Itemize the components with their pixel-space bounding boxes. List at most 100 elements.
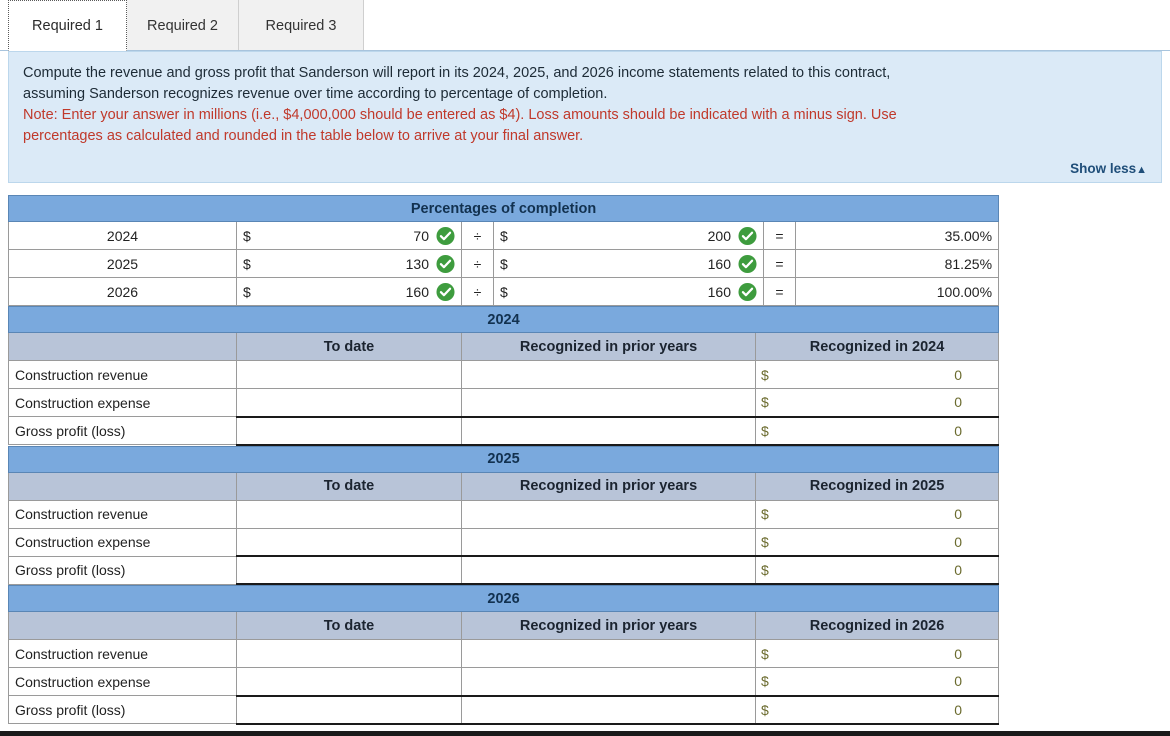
column-header-prior-years: Recognized in prior years (461, 471, 756, 501)
numerator-cell[interactable]: $ 130 (236, 249, 462, 278)
instruction-note-line-1: Note: Enter your answer in millions (i.e… (23, 107, 897, 123)
recognized-input-cell[interactable]: $ 0 (754, 388, 1000, 418)
table-row: Gross profit (loss) $ 0 (8, 695, 1000, 725)
currency-symbol: $ (761, 673, 769, 690)
to-date-cell[interactable] (236, 360, 462, 389)
row-label-construction-revenue: Construction revenue (8, 360, 237, 389)
prior-years-cell[interactable] (461, 667, 756, 697)
to-date-cell[interactable] (236, 499, 462, 529)
row-label-gross-profit: Gross profit (loss) (8, 555, 237, 585)
recognized-input-cell[interactable]: $ 0 (754, 360, 1000, 389)
prior-years-cell[interactable] (461, 360, 756, 389)
year-label: 2026 (8, 277, 237, 306)
to-date-cell[interactable] (236, 695, 462, 725)
prior-years-cell[interactable] (461, 499, 756, 529)
column-header-to-date: To date (236, 611, 462, 640)
recognized-input-cell[interactable]: $ 0 (754, 527, 1000, 557)
to-date-cell[interactable] (236, 527, 462, 557)
column-header-to-date: To date (236, 471, 462, 501)
to-date-cell[interactable] (236, 639, 462, 668)
numerator-value: 130 (405, 255, 429, 272)
show-less-label: Show less (1070, 161, 1137, 176)
column-header-row: To date Recognized in prior years Recogn… (8, 611, 1000, 640)
to-date-cell[interactable] (236, 416, 462, 446)
green-check-icon (436, 282, 455, 301)
section-year-title: 2026 (7, 585, 1000, 612)
tab-bar: Required 1 Required 2 Required 3 (0, 0, 1170, 51)
column-header-blank (8, 611, 237, 640)
column-header-recognized: Recognized in 2026 (754, 611, 1000, 640)
recognized-input-cell[interactable]: $ 0 (754, 555, 1000, 585)
currency-symbol: $ (761, 366, 769, 383)
year-label: 2025 (8, 249, 237, 278)
section-year-title: 2024 (7, 306, 1000, 333)
column-header-row: To date Recognized in prior years Recogn… (8, 332, 1000, 361)
denominator-cell[interactable]: $ 160 (493, 249, 764, 278)
to-date-cell[interactable] (236, 667, 462, 697)
caret-up-icon: ▲ (1136, 164, 1147, 176)
tab-bar-filler (364, 0, 1170, 51)
column-header-blank (8, 471, 237, 501)
divide-symbol: ÷ (461, 221, 494, 250)
denominator-value: 160 (707, 255, 731, 272)
row-label-construction-expense: Construction expense (8, 527, 237, 557)
year-section-2025: 2025 To date Recognized in prior years R… (7, 445, 1000, 585)
recognized-value: 0 (954, 533, 963, 550)
recognized-input-cell[interactable]: $ 0 (754, 499, 1000, 529)
currency-symbol: $ (761, 645, 769, 662)
to-date-cell[interactable] (236, 555, 462, 585)
recognized-value: 0 (954, 673, 963, 690)
equals-symbol: = (763, 249, 796, 278)
prior-years-cell[interactable] (461, 388, 756, 418)
tab-required-1[interactable]: Required 1 (8, 0, 127, 51)
section-header-row: 2026 (7, 585, 1000, 612)
currency-symbol: $ (761, 701, 769, 718)
tab-label: Required 2 (147, 17, 218, 34)
to-date-cell[interactable] (236, 388, 462, 418)
numerator-cell[interactable]: $ 70 (236, 221, 462, 250)
percentage-result: 100.00% (794, 277, 1000, 306)
recognized-value: 0 (954, 394, 963, 411)
numerator-value: 160 (405, 283, 429, 300)
year-label: 2024 (8, 221, 237, 250)
recognized-input-cell[interactable]: $ 0 (754, 639, 1000, 668)
percentages-of-completion-table: Percentages of completion 2024 $ 70 ÷ $ (7, 195, 1000, 306)
tab-required-2[interactable]: Required 2 (127, 0, 239, 51)
recognized-input-cell[interactable]: $ 0 (754, 667, 1000, 697)
denominator-cell[interactable]: $ 160 (493, 277, 764, 306)
tables-container: Percentages of completion 2024 $ 70 ÷ $ (7, 195, 1000, 725)
tab-label: Required 3 (265, 17, 337, 34)
percentage-result: 35.00% (794, 221, 1000, 250)
currency-symbol: $ (500, 227, 508, 244)
numerator-cell[interactable]: $ 160 (236, 277, 462, 306)
recognized-input-cell[interactable]: $ 0 (754, 695, 1000, 725)
percentage-result: 81.25% (794, 249, 1000, 278)
numerator-value: 70 (413, 227, 429, 244)
green-check-icon (436, 254, 455, 273)
row-label-construction-expense: Construction expense (8, 388, 237, 417)
denominator-cell[interactable]: $ 200 (493, 221, 764, 250)
instruction-panel: Compute the revenue and gross profit tha… (8, 51, 1162, 183)
prior-years-cell[interactable] (461, 695, 756, 725)
recognized-value: 0 (954, 422, 963, 439)
table-row: Construction revenue $ 0 (8, 360, 1000, 389)
prior-years-cell[interactable] (461, 416, 756, 446)
prior-years-cell[interactable] (461, 527, 756, 557)
percentages-title: Percentages of completion (7, 195, 1000, 222)
prior-years-cell[interactable] (461, 639, 756, 668)
green-check-icon (738, 254, 757, 273)
currency-symbol: $ (761, 422, 769, 439)
table-row: Construction revenue $ 0 (8, 639, 1000, 668)
column-header-recognized: Recognized in 2024 (754, 332, 1000, 361)
recognized-input-cell[interactable]: $ 0 (754, 416, 1000, 446)
tab-required-3[interactable]: Required 3 (239, 0, 364, 51)
row-label-gross-profit: Gross profit (loss) (8, 695, 237, 724)
show-less-toggle[interactable]: Show less▲ (1070, 161, 1147, 176)
table-row: Gross profit (loss) $ 0 (8, 555, 1000, 585)
currency-symbol: $ (761, 562, 769, 578)
prior-years-cell[interactable] (461, 555, 756, 585)
column-header-blank (8, 332, 237, 361)
table-header-row: Percentages of completion (7, 195, 1000, 222)
row-label-gross-profit: Gross profit (loss) (8, 416, 237, 445)
currency-symbol: $ (761, 533, 769, 550)
